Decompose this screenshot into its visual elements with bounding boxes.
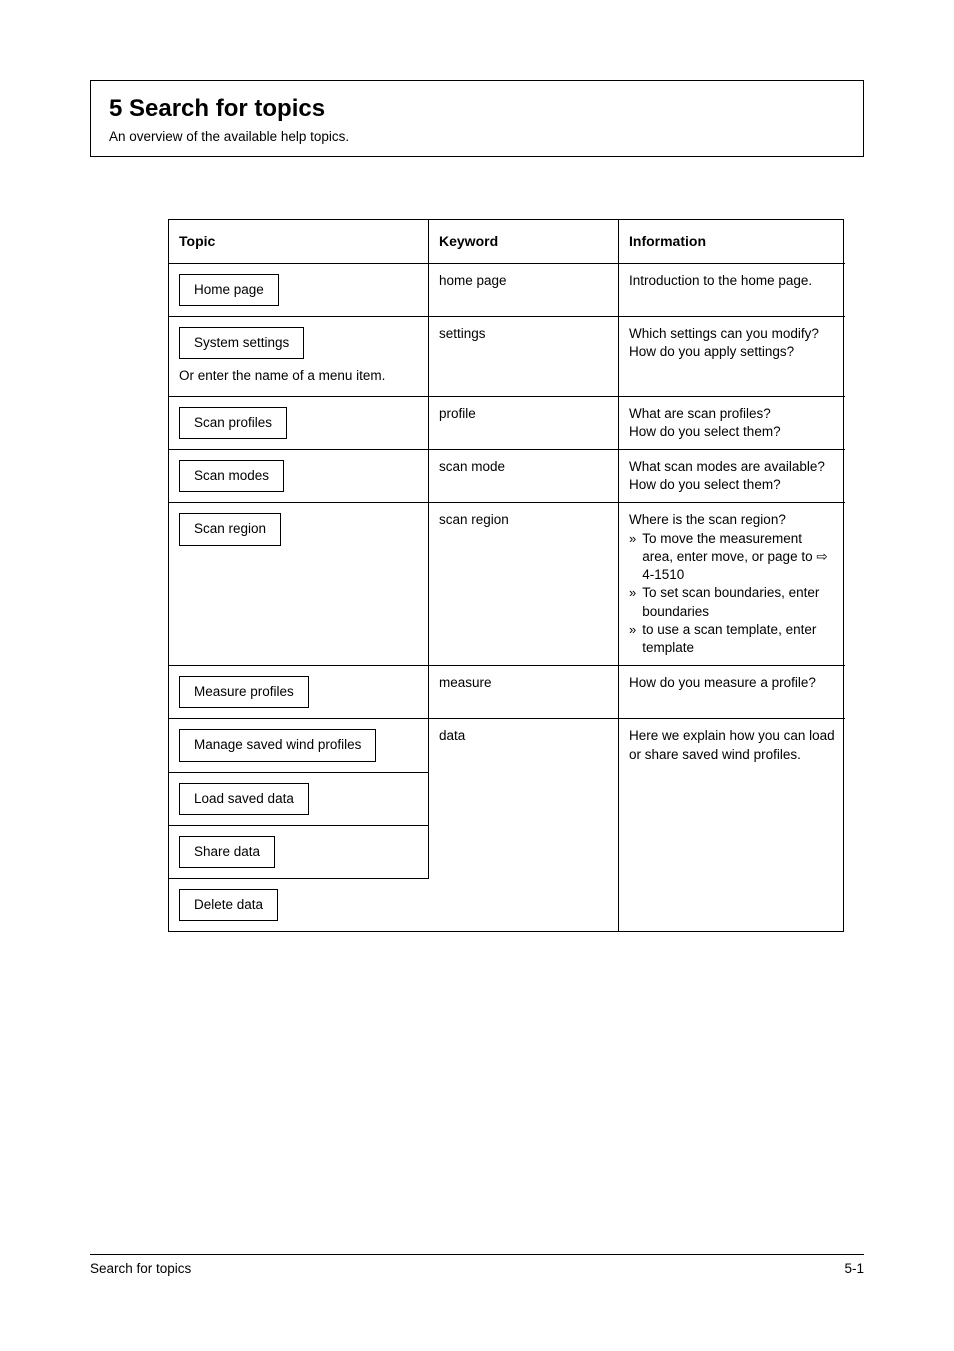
info-line: What are scan profiles? — [629, 405, 835, 423]
title-box: 5 Search for topics An overview of the a… — [90, 80, 864, 157]
info-measure-profiles: How do you measure a profile? — [619, 666, 845, 719]
footer-right: 5-1 — [844, 1261, 864, 1276]
topic-cell-share-data: Share data — [169, 826, 429, 879]
col-header-keyword: Keyword — [429, 220, 619, 264]
info-line: What scan modes are available? — [629, 458, 835, 476]
info-bullet: » to use a scan template, enter template — [629, 621, 835, 657]
topic-button-manage-saved[interactable]: Manage saved wind profiles — [179, 729, 376, 761]
keyword-system-settings: settings — [429, 317, 619, 396]
page-subtitle: An overview of the available help topics… — [109, 129, 845, 144]
keyword-home-page: home page — [429, 264, 619, 317]
keyword-scan-modes: scan mode — [429, 450, 619, 503]
topic-button-share-data[interactable]: Share data — [179, 836, 275, 868]
info-bullet: » To move the measurement area, enter mov… — [629, 530, 835, 585]
keyword-scan-region: scan region — [429, 503, 619, 666]
bullet-icon: » — [629, 530, 636, 548]
keyword-manage-saved: data — [429, 719, 619, 931]
info-scan-profiles: What are scan profiles? How do you selec… — [619, 397, 845, 450]
topic-button-measure-profiles[interactable]: Measure profiles — [179, 676, 309, 708]
info-bullet-text: To set scan boundaries, enter boundaries — [642, 584, 835, 620]
page-title: 5 Search for topics — [109, 95, 845, 123]
info-bullet-text: to use a scan template, enter template — [642, 621, 835, 657]
topic-cell-load-saved-data: Load saved data — [169, 773, 429, 826]
info-line: How do you select them? — [629, 423, 835, 441]
topic-button-delete-data[interactable]: Delete data — [179, 889, 278, 921]
topic-button-system-settings[interactable]: System settings — [179, 327, 304, 359]
info-system-settings: Which settings can you modify? How do yo… — [619, 317, 845, 396]
col-header-info: Information — [619, 220, 845, 264]
info-line: How do you apply settings? — [629, 343, 835, 361]
info-line: How do you select them? — [629, 476, 835, 494]
topic-cell-delete-data: Delete data — [169, 879, 429, 931]
arrow-icon: ⇨ — [816, 549, 827, 564]
topic-button-home-page[interactable]: Home page — [179, 274, 279, 306]
bullet-icon: » — [629, 621, 636, 639]
info-scan-region: Where is the scan region? » To move the m… — [619, 503, 845, 666]
info-home-page: Introduction to the home page. — [619, 264, 845, 317]
bullet-icon: » — [629, 584, 636, 602]
topic-button-scan-modes[interactable]: Scan modes — [179, 460, 284, 492]
page-footer: Search for topics 5-1 — [90, 1254, 864, 1276]
topic-note-system-settings: Or enter the name of a menu item. — [179, 367, 418, 385]
info-bullet: » To set scan boundaries, enter boundarie… — [629, 584, 835, 620]
info-line: Which settings can you modify? — [629, 325, 835, 343]
topic-button-scan-region[interactable]: Scan region — [179, 513, 281, 545]
col-header-topic: Topic — [169, 220, 429, 264]
topic-button-load-saved-data[interactable]: Load saved data — [179, 783, 309, 815]
info-line: Where is the scan region? — [629, 511, 835, 529]
topic-cell-home-page: Home page — [169, 264, 429, 317]
topics-table: Topic Keyword Information Home page home… — [168, 219, 844, 932]
topic-cell-measure-profiles: Measure profiles — [169, 666, 429, 719]
topic-button-scan-profiles[interactable]: Scan profiles — [179, 407, 287, 439]
topic-cell-scan-profiles: Scan profiles — [169, 397, 429, 450]
topic-cell-scan-region: Scan region — [169, 503, 429, 666]
info-manage-saved: Here we explain how you can load or shar… — [619, 719, 845, 931]
footer-left: Search for topics — [90, 1261, 191, 1276]
keyword-scan-profiles: profile — [429, 397, 619, 450]
info-scan-modes: What scan modes are available? How do yo… — [619, 450, 845, 503]
keyword-measure-profiles: measure — [429, 666, 619, 719]
topic-cell-manage-saved: Manage saved wind profiles — [169, 719, 429, 772]
info-bullet-text: To move the measurement area, enter move… — [642, 530, 835, 585]
topic-cell-system-settings: System settings Or enter the name of a m… — [169, 317, 429, 396]
topic-cell-scan-modes: Scan modes — [169, 450, 429, 503]
